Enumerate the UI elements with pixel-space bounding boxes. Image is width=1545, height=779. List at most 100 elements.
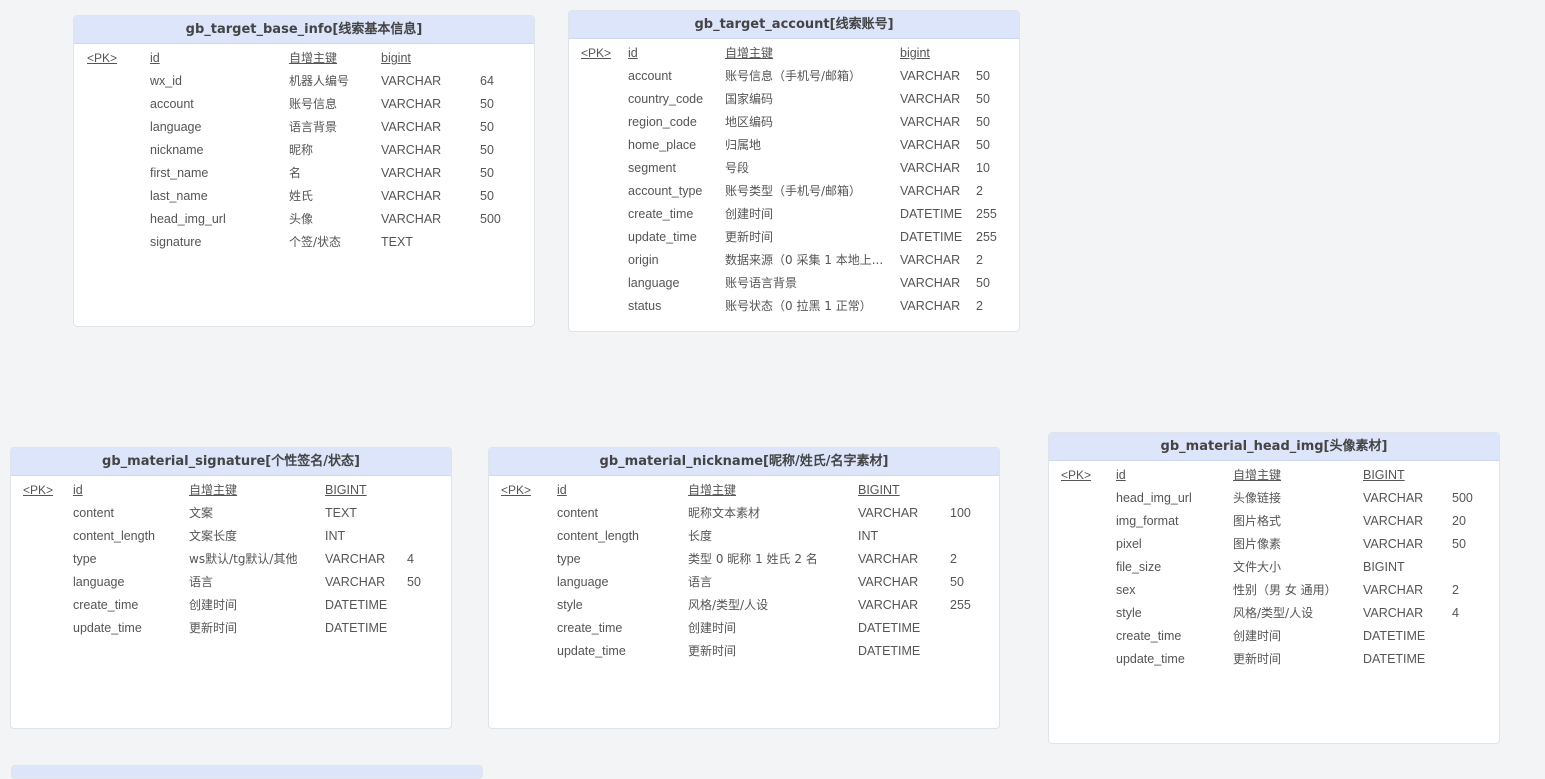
field-row[interactable]: country_code 国家编码 VARCHAR 50 bbox=[569, 88, 1019, 111]
field-row[interactable]: account_type 账号类型（手机号/邮箱） VARCHAR 2 bbox=[569, 180, 1019, 203]
field-comment: 姓氏 bbox=[289, 189, 314, 203]
field-comment: 图片格式 bbox=[1233, 514, 1282, 528]
field-name: file_size bbox=[1116, 560, 1162, 574]
field-row[interactable]: style 风格/类型/人设 VARCHAR 4 bbox=[1049, 602, 1499, 625]
field-row[interactable]: origin 数据来源（0 采集 1 本地上... VARCHAR 2 bbox=[569, 249, 1019, 272]
field-row[interactable]: segment 号段 VARCHAR 10 bbox=[569, 157, 1019, 180]
entity-partial-offscreen[interactable] bbox=[11, 765, 483, 779]
field-row[interactable]: <PK> id 自增主键 BIGINT bbox=[11, 479, 451, 502]
field-comment: 性别（男 女 通用） bbox=[1233, 583, 1337, 597]
field-row[interactable]: sex 性别（男 女 通用） VARCHAR 2 bbox=[1049, 579, 1499, 602]
field-comment: 自增主键 bbox=[688, 483, 737, 497]
field-row[interactable]: status 账号状态（0 拉黑 1 正常） VARCHAR 2 bbox=[569, 295, 1019, 318]
field-name: content_length bbox=[73, 529, 156, 543]
field-name: sex bbox=[1116, 583, 1136, 597]
field-row[interactable]: language 语言 VARCHAR 50 bbox=[489, 571, 999, 594]
field-row[interactable]: <PK> id 自增主键 bigint bbox=[74, 47, 534, 70]
field-row[interactable]: account 账号信息 VARCHAR 50 bbox=[74, 93, 534, 116]
field-row[interactable]: language 语言背景 VARCHAR 50 bbox=[74, 116, 534, 139]
field-length: 255 bbox=[976, 230, 997, 244]
field-name: account bbox=[628, 69, 672, 83]
entity-gb-target-account[interactable]: gb_target_account[线索账号] <PK> id 自增主键 bigint… bbox=[568, 10, 1020, 332]
field-row[interactable]: account 账号信息（手机号/邮箱） VARCHAR 50 bbox=[569, 65, 1019, 88]
field-type: VARCHAR bbox=[900, 92, 961, 106]
field-comment: 文案长度 bbox=[189, 529, 238, 543]
entity-title: gb_material_head_img[头像素材] bbox=[1049, 433, 1499, 461]
field-comment: 昵称文本素材 bbox=[688, 506, 761, 520]
field-row[interactable]: <PK> id 自增主键 BIGINT bbox=[489, 479, 999, 502]
field-length: 20 bbox=[1452, 514, 1466, 528]
field-row[interactable]: content 文案 TEXT bbox=[11, 502, 451, 525]
field-row[interactable]: language 账号语言背景 VARCHAR 50 bbox=[569, 272, 1019, 295]
field-row[interactable]: <PK> id 自增主键 bigint bbox=[569, 42, 1019, 65]
field-length: 50 bbox=[407, 575, 421, 589]
field-row[interactable]: create_time 创建时间 DATETIME bbox=[1049, 625, 1499, 648]
field-row[interactable]: create_time 创建时间 DATETIME bbox=[489, 617, 999, 640]
field-row[interactable]: head_img_url 头像链接 VARCHAR 500 bbox=[1049, 487, 1499, 510]
field-row[interactable]: head_img_url 头像 VARCHAR 500 bbox=[74, 208, 534, 231]
field-row[interactable]: first_name 名 VARCHAR 50 bbox=[74, 162, 534, 185]
entity-gb-material-signature[interactable]: gb_material_signature[个性签名/状态] <PK> id 自增主… bbox=[10, 447, 452, 729]
field-comment: 语言 bbox=[189, 575, 214, 589]
entity-gb-target-base-info[interactable]: gb_target_base_info[线索基本信息] <PK> id 自增主键 bi… bbox=[73, 15, 535, 327]
field-name: language bbox=[628, 276, 680, 290]
field-row[interactable]: type ws默认/tg默认/其他 VARCHAR 4 bbox=[11, 548, 451, 571]
field-row[interactable]: update_time 更新时间 DATETIME bbox=[11, 617, 451, 640]
field-comment: 风格/类型/人设 bbox=[1233, 606, 1314, 620]
field-length: 50 bbox=[480, 97, 494, 111]
entity-title: gb_target_base_info[线索基本信息] bbox=[74, 16, 534, 44]
field-comment: 账号信息（手机号/邮箱） bbox=[725, 69, 862, 83]
field-row[interactable]: region_code 地区编码 VARCHAR 50 bbox=[569, 111, 1019, 134]
field-comment: 账号语言背景 bbox=[725, 276, 798, 290]
field-length: 50 bbox=[976, 92, 990, 106]
field-row[interactable]: update_time 更新时间 DATETIME bbox=[1049, 648, 1499, 671]
field-comment: 自增主键 bbox=[189, 483, 238, 497]
field-type: VARCHAR bbox=[1363, 537, 1424, 551]
field-row[interactable]: nickname 昵称 VARCHAR 50 bbox=[74, 139, 534, 162]
field-comment: 账号信息 bbox=[289, 97, 338, 111]
field-name: origin bbox=[628, 253, 659, 267]
field-name: content bbox=[73, 506, 115, 520]
field-length: 50 bbox=[1452, 537, 1466, 551]
field-comment: 国家编码 bbox=[725, 92, 774, 106]
field-row[interactable]: home_place 归属地 VARCHAR 50 bbox=[569, 134, 1019, 157]
entity-gb-material-nickname[interactable]: gb_material_nickname[昵称/姓氏/名字素材] <PK> id 自… bbox=[488, 447, 1000, 729]
field-length: 50 bbox=[480, 143, 494, 157]
field-row[interactable]: signature 个签/状态 TEXT bbox=[74, 231, 534, 254]
field-type: BIGINT bbox=[858, 483, 900, 497]
field-comment: 语言背景 bbox=[289, 120, 338, 134]
field-name: segment bbox=[628, 161, 676, 175]
field-row[interactable]: language 语言 VARCHAR 50 bbox=[11, 571, 451, 594]
field-comment: 创建时间 bbox=[1233, 629, 1282, 643]
field-row[interactable]: type 类型 0 昵称 1 姓氏 2 名 VARCHAR 2 bbox=[489, 548, 999, 571]
field-row[interactable]: content_length 文案长度 INT bbox=[11, 525, 451, 548]
field-row[interactable]: create_time 创建时间 DATETIME 255 bbox=[569, 203, 1019, 226]
field-length: 64 bbox=[480, 74, 494, 88]
field-row[interactable]: style 风格/类型/人设 VARCHAR 255 bbox=[489, 594, 999, 617]
field-name: img_format bbox=[1116, 514, 1179, 528]
field-type: VARCHAR bbox=[325, 575, 386, 589]
pk-label: <PK> bbox=[581, 46, 612, 60]
field-row[interactable]: content 昵称文本素材 VARCHAR 100 bbox=[489, 502, 999, 525]
field-length: 2 bbox=[1452, 583, 1459, 597]
field-row[interactable]: <PK> id 自增主键 BIGINT bbox=[1049, 464, 1499, 487]
field-comment: 创建时间 bbox=[688, 621, 737, 635]
field-row[interactable]: img_format 图片格式 VARCHAR 20 bbox=[1049, 510, 1499, 533]
field-row[interactable]: wx_id 机器人编号 VARCHAR 64 bbox=[74, 70, 534, 93]
field-comment: 机器人编号 bbox=[289, 74, 350, 88]
field-row[interactable]: content_length 长度 INT bbox=[489, 525, 999, 548]
field-name: create_time bbox=[557, 621, 623, 635]
field-list: <PK> id 自增主键 bigint account 账号信息（手机号/邮箱） VARCH… bbox=[569, 39, 1019, 318]
field-row[interactable]: last_name 姓氏 VARCHAR 50 bbox=[74, 185, 534, 208]
field-row[interactable]: pixel 图片像素 VARCHAR 50 bbox=[1049, 533, 1499, 556]
field-row[interactable]: update_time 更新时间 DATETIME bbox=[489, 640, 999, 663]
field-comment: 账号类型（手机号/邮箱） bbox=[725, 184, 862, 198]
field-name: country_code bbox=[628, 92, 704, 106]
field-comment: 更新时间 bbox=[189, 621, 238, 635]
entity-gb-material-head-img[interactable]: gb_material_head_img[头像素材] <PK> id 自增主键 BIG… bbox=[1048, 432, 1500, 744]
field-row[interactable]: file_size 文件大小 BIGINT bbox=[1049, 556, 1499, 579]
field-name: id bbox=[150, 51, 160, 65]
field-length: 50 bbox=[950, 575, 964, 589]
field-row[interactable]: update_time 更新时间 DATETIME 255 bbox=[569, 226, 1019, 249]
field-row[interactable]: create_time 创建时间 DATETIME bbox=[11, 594, 451, 617]
